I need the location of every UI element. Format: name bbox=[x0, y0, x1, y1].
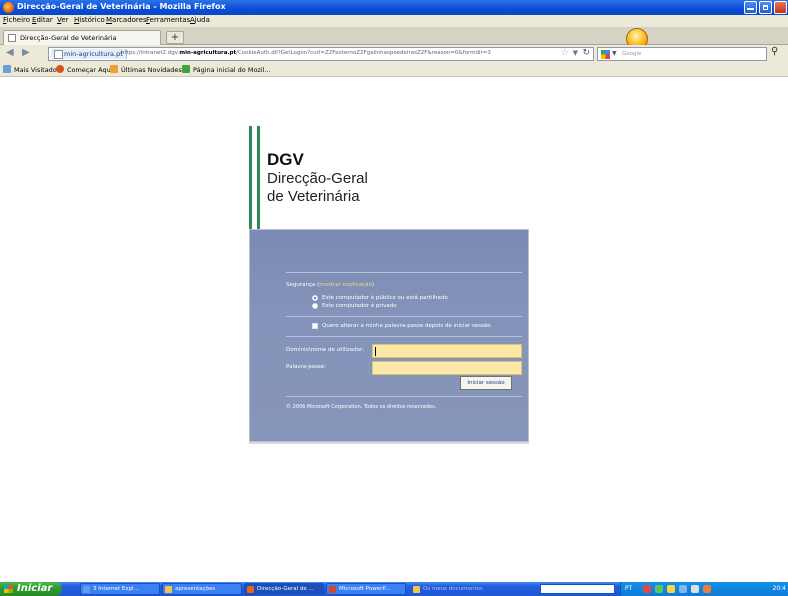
google-engine-icon[interactable] bbox=[601, 50, 610, 59]
brand-acronym: DGV bbox=[267, 150, 304, 169]
brand-bar-left bbox=[249, 126, 252, 229]
tray-security-icon[interactable] bbox=[667, 585, 675, 593]
tray-firefox-icon[interactable] bbox=[703, 585, 711, 593]
security-label: Segurança ( bbox=[286, 282, 320, 288]
username-input[interactable] bbox=[372, 344, 522, 358]
url-text[interactable]: https://intranet2.dgv.min-agricultura.pt… bbox=[121, 50, 491, 56]
url-domain: min-agricultura.pt bbox=[179, 50, 237, 56]
forward-arrow-icon[interactable]: ▶ bbox=[22, 47, 30, 58]
divider bbox=[286, 336, 522, 337]
tab-bar: Direcção-Geral de Veterinária + bbox=[0, 27, 788, 45]
windows-taskbar: Iniciar 3 Internet Expl... apresentações… bbox=[0, 582, 788, 596]
close-button[interactable] bbox=[774, 1, 787, 14]
menu-bar: Ficheiro Editar Ver Histórico Marcadores… bbox=[0, 15, 788, 27]
divider bbox=[286, 316, 522, 317]
search-magnifier-icon[interactable]: ⚲ bbox=[771, 46, 778, 57]
change-password-checkbox[interactable] bbox=[312, 323, 318, 329]
firefox-icon bbox=[56, 65, 64, 73]
menu-historico[interactable]: Histórico bbox=[74, 16, 105, 24]
url-prefix: https://intranet2.dgv. bbox=[121, 50, 180, 56]
password-label: Palavra-passe: bbox=[286, 364, 327, 370]
bookmark-ultimas-novidades[interactable]: Últimas Novidades bbox=[110, 65, 182, 74]
engine-dropdown-icon[interactable]: ▼ bbox=[612, 50, 617, 57]
bookmark-label: Mais Visitados bbox=[14, 66, 61, 74]
password-input[interactable] bbox=[372, 361, 522, 375]
private-computer-label[interactable]: Este computador é privado bbox=[322, 303, 397, 309]
change-password-label[interactable]: Quero alterar a minha palavra-passe depo… bbox=[322, 323, 491, 329]
public-computer-radio[interactable] bbox=[312, 295, 318, 301]
url-bar[interactable]: min-agricultura.pt https://intranet2.dgv… bbox=[48, 47, 594, 61]
menu-marcadores[interactable]: Marcadores bbox=[106, 16, 147, 24]
menu-ver[interactable]: Ver bbox=[57, 16, 68, 24]
copyright-text: © 2006 Microsoft Corporation. Todos os d… bbox=[286, 404, 437, 410]
minimize-button[interactable] bbox=[744, 1, 757, 14]
start-button[interactable]: Iniciar bbox=[0, 582, 62, 596]
login-panel: Segurança (mostrar explicação) Este comp… bbox=[249, 229, 529, 444]
security-close: ) bbox=[371, 282, 375, 288]
bookmark-star-icon[interactable]: ☆ bbox=[561, 48, 569, 58]
text-caret bbox=[375, 347, 376, 356]
tray-update-icon[interactable] bbox=[679, 585, 687, 593]
rss-icon bbox=[110, 65, 118, 73]
taskbar-documents-toolbar[interactable]: Os meus documentos bbox=[410, 583, 535, 595]
folder-icon bbox=[3, 65, 11, 73]
maximize-button[interactable] bbox=[759, 1, 772, 14]
brand-line-1: Direcção-Geral bbox=[267, 170, 368, 187]
bookmark-mais-visitados[interactable]: Mais Visitados bbox=[3, 65, 60, 74]
sign-in-button[interactable]: Iniciar sessão bbox=[460, 376, 512, 390]
menu-ferramentas[interactable]: Ferramentas bbox=[146, 16, 190, 24]
bookmark-comecar-aqui[interactable]: Começar Aqui bbox=[56, 65, 113, 74]
divider bbox=[286, 272, 522, 273]
bookmarks-bar: Mais Visitados Começar Aqui Últimas Novi… bbox=[0, 63, 788, 77]
search-placeholder: Google bbox=[622, 51, 642, 57]
private-computer-radio[interactable] bbox=[312, 303, 318, 309]
divider bbox=[286, 396, 522, 397]
taskbar-item-apresentacoes[interactable]: apresentações bbox=[162, 583, 242, 595]
site-identity-button[interactable]: min-agricultura.pt bbox=[51, 49, 127, 59]
system-clock[interactable]: 20:4 bbox=[773, 585, 786, 592]
page-favicon-icon bbox=[8, 34, 16, 42]
url-suffix: /CookieAuth.dll?GetLogon?curl=Z2Fexterno… bbox=[236, 50, 491, 56]
menu-ficheiro[interactable]: Ficheiro bbox=[3, 16, 30, 24]
security-heading: Segurança (mostrar explicação) bbox=[286, 282, 374, 288]
navigation-bar: ◀ ▶ min-agricultura.pt https://intranet2… bbox=[0, 45, 788, 63]
window-title: Direcção-Geral de Veterinária - Mozilla … bbox=[17, 2, 226, 11]
bookmark-label: Página inicial do Mozil... bbox=[193, 66, 271, 74]
tray-network-icon[interactable] bbox=[655, 585, 663, 593]
puzzle-icon bbox=[182, 65, 190, 73]
history-dropdown-icon[interactable]: ▼ bbox=[573, 49, 578, 57]
reload-icon[interactable]: ↻ bbox=[582, 48, 590, 58]
system-tray: PT 20:4 bbox=[620, 582, 788, 596]
menu-ajuda[interactable]: Ajuda bbox=[190, 16, 210, 24]
window-titlebar: Direcção-Geral de Veterinária - Mozilla … bbox=[0, 0, 788, 15]
tray-app-icon[interactable] bbox=[643, 585, 651, 593]
public-computer-label[interactable]: Este computador é público ou está partil… bbox=[322, 295, 448, 301]
new-tab-button[interactable]: + bbox=[166, 31, 184, 44]
brand-line-2: de Veterinária bbox=[267, 188, 360, 205]
menu-editar[interactable]: Editar bbox=[32, 16, 53, 24]
brand-full-name: Direcção-Geral de Veterinária bbox=[267, 170, 368, 206]
taskbar-item-firefox[interactable]: Direcção-Geral de ... bbox=[244, 583, 324, 595]
bookmark-label: Últimas Novidades bbox=[121, 66, 182, 74]
username-label: Domínio\nome de utilizador: bbox=[286, 347, 365, 353]
brand-bar-right bbox=[257, 126, 260, 229]
taskbar-item-internet-explorer[interactable]: 3 Internet Expl... bbox=[80, 583, 160, 595]
bookmark-pagina-inicial[interactable]: Página inicial do Mozil... bbox=[182, 65, 271, 74]
search-bar[interactable]: ▼ Google bbox=[597, 47, 767, 61]
tab-active[interactable]: Direcção-Geral de Veterinária bbox=[3, 30, 161, 45]
firefox-icon bbox=[3, 2, 14, 13]
desktop-search-input[interactable] bbox=[540, 584, 615, 594]
bookmark-label: Começar Aqui bbox=[67, 66, 113, 74]
tray-volume-icon[interactable] bbox=[691, 585, 699, 593]
taskbar-item-powerpoint[interactable]: Microsoft PowerP... bbox=[326, 583, 406, 595]
back-arrow-icon[interactable]: ◀ bbox=[6, 47, 14, 58]
language-indicator[interactable]: PT bbox=[625, 585, 632, 592]
tab-label: Direcção-Geral de Veterinária bbox=[20, 34, 117, 42]
security-explanation-link[interactable]: mostrar explicação bbox=[319, 282, 372, 288]
